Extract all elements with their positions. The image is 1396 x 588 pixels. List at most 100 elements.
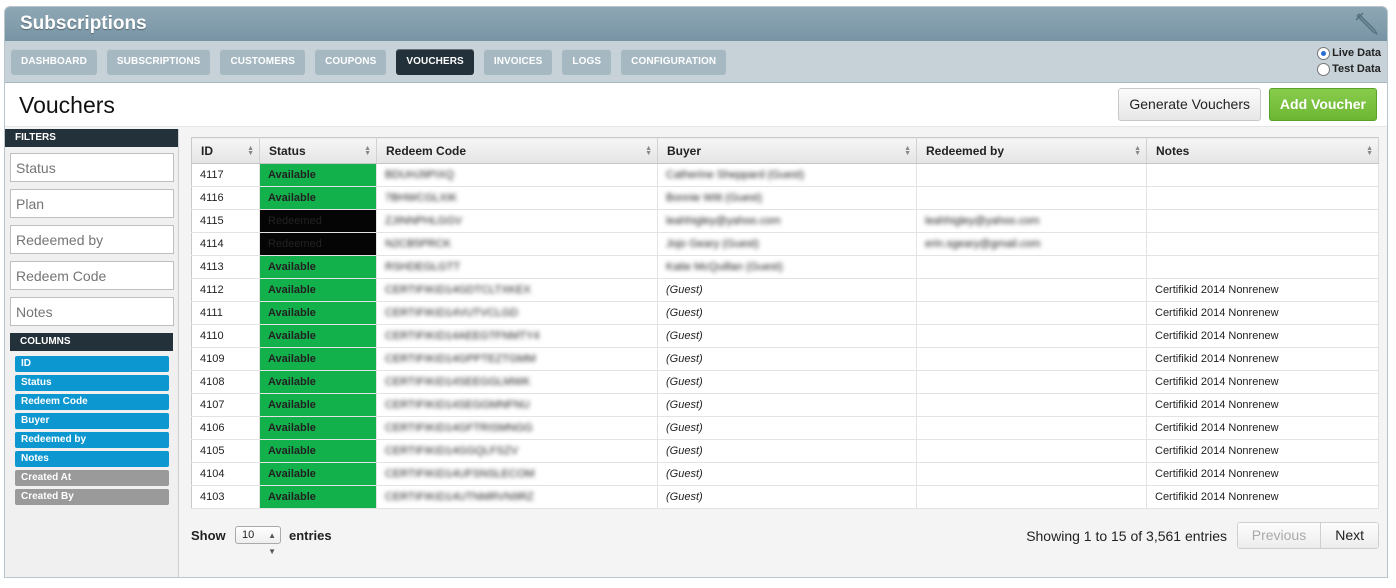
- voucher-id-cell[interactable]: 4113: [191, 255, 260, 279]
- sort-icon[interactable]: ▲ ▼: [1366, 145, 1373, 157]
- redeemed-by-cell: [916, 462, 1147, 486]
- status-cell: Available: [259, 485, 377, 509]
- column-header-id[interactable]: ID ▲ ▼: [191, 137, 260, 164]
- nav-tab-dashboard[interactable]: DASHBOARD: [11, 49, 97, 75]
- nav-tab-vouchers[interactable]: VOUCHERS: [396, 49, 474, 75]
- data-source-toggle: Live Data Test Data: [1317, 45, 1381, 77]
- voucher-id-cell[interactable]: 4107: [191, 393, 260, 417]
- status-cell: Available: [259, 324, 377, 348]
- voucher-id-cell[interactable]: 4110: [191, 324, 260, 348]
- table-row[interactable]: 4105 Available CERTIFIKID14GGQLFSZV (Guest)…: [191, 439, 1379, 463]
- column-header-status[interactable]: Status ▲ ▼: [259, 137, 377, 164]
- page-size-select[interactable]: 10 ▲ ▼: [235, 526, 281, 556]
- nav-tab-subscriptions[interactable]: SUBSCRIPTIONS: [106, 49, 211, 75]
- sort-icon[interactable]: ▲ ▼: [645, 145, 652, 157]
- page-title: Vouchers: [19, 92, 115, 118]
- column-toggle-id[interactable]: ID: [15, 356, 169, 372]
- voucher-id-cell[interactable]: 4114: [191, 232, 260, 256]
- voucher-id-cell[interactable]: 4106: [191, 416, 260, 440]
- voucher-id-cell[interactable]: 4111: [191, 301, 260, 325]
- table-row[interactable]: 4106 Available CERTIFIKID14GFTRISMNGG (Gues…: [191, 416, 1379, 440]
- column-header-label: Redeem Code: [386, 143, 467, 158]
- redeemed-by-filter-input[interactable]: [10, 225, 174, 254]
- column-toggle-redeemed-by[interactable]: Redeemed by: [15, 432, 169, 448]
- live-data-option[interactable]: Live Data: [1317, 45, 1381, 61]
- pen-icon: [1355, 12, 1379, 36]
- table-row[interactable]: 4111 Available CERTIFIKID14VUTVCLGD (Guest)…: [191, 301, 1379, 325]
- table-row[interactable]: 4114 Redeemed N2CB5PRCK Jojo Geary (Guest) e…: [191, 232, 1379, 256]
- notes-cell: Certifikid 2014 Nonrenew: [1146, 416, 1379, 440]
- column-header-redeem-code[interactable]: Redeem Code ▲ ▼: [376, 137, 658, 164]
- column-toggle-buyer[interactable]: Buyer: [15, 413, 169, 429]
- table-row[interactable]: 4108 Available CERTIFIKID14SEEGGLMWK (Guest…: [191, 370, 1379, 394]
- table-row[interactable]: 4109 Available CERTIFIKID14GPPTEZTGMM (Gues…: [191, 347, 1379, 371]
- voucher-id-cell[interactable]: 4104: [191, 462, 260, 486]
- nav-tab-configuration[interactable]: CONFIGURATION: [621, 49, 727, 75]
- nav-tab-customers[interactable]: CUSTOMERS: [220, 49, 306, 75]
- redeem-code-cell: CERTIFIKID14VUTVCLGD: [376, 301, 658, 325]
- table-row[interactable]: 4107 Available CERTIFIKID14SEGGMNFNU (Guest…: [191, 393, 1379, 417]
- notes-filter-input[interactable]: [10, 297, 174, 326]
- app-title: Subscriptions: [20, 13, 147, 34]
- redeem-code-cell: N2CB5PRCK: [376, 232, 658, 256]
- voucher-id-cell[interactable]: 4103: [191, 485, 260, 509]
- live-data-radio[interactable]: [1317, 46, 1331, 60]
- table-row[interactable]: 4112 Available CERTIFIKID14GDTCLTXKEX (Gues…: [191, 278, 1379, 302]
- voucher-id-cell[interactable]: 4116: [191, 186, 260, 210]
- column-toggle-created-at[interactable]: Created At: [15, 470, 169, 486]
- redeem-code-filter-input[interactable]: [10, 261, 174, 290]
- nav-tab-logs[interactable]: LOGS: [562, 49, 612, 75]
- column-header-label: Redeemed by: [926, 143, 1005, 158]
- voucher-id-cell[interactable]: 4115: [191, 209, 260, 233]
- table-row[interactable]: 4103 Available CERTIFIKID14UTNMRVN9RZ (Gues…: [191, 485, 1379, 509]
- table-row[interactable]: 4117 Available BDUHJ9PIXQ Catherine Sheppar…: [191, 163, 1379, 187]
- notes-cell: Certifikid 2014 Nonrenew: [1146, 324, 1379, 348]
- redeemed-by-cell: [916, 186, 1147, 210]
- previous-page-button[interactable]: Previous: [1237, 523, 1322, 548]
- plan-filter-input[interactable]: [10, 189, 174, 218]
- voucher-id-cell[interactable]: 4108: [191, 370, 260, 394]
- notes-cell: [1146, 255, 1379, 279]
- table-row[interactable]: 4116 Available 7BHWCGLXIK Bonnie Witt (Gues…: [191, 186, 1379, 210]
- column-header-label: Status: [269, 143, 306, 158]
- nav-tab-invoices[interactable]: INVOICES: [483, 49, 553, 75]
- generate-vouchers-button[interactable]: Generate Vouchers: [1118, 88, 1261, 121]
- showing-entries-text: Showing 1 to 15 of 3,561 entries: [1026, 528, 1227, 544]
- buyer-cell: (Guest): [657, 439, 917, 463]
- column-toggle-status[interactable]: Status: [15, 375, 169, 391]
- sort-icon[interactable]: ▲ ▼: [904, 145, 911, 157]
- redeem-code-cell: CERTIFIKID14AEEGTFNMTY4: [376, 324, 658, 348]
- status-cell: Available: [259, 255, 377, 279]
- column-toggle-notes[interactable]: Notes: [15, 451, 169, 467]
- voucher-id-cell[interactable]: 4109: [191, 347, 260, 371]
- column-toggle-created-by[interactable]: Created By: [15, 489, 169, 505]
- table-row[interactable]: 4115 Redeemed ZJINNPHLGGV leahhigley@yahoo.…: [191, 209, 1379, 233]
- column-header-redeemed-by[interactable]: Redeemed by ▲ ▼: [916, 137, 1147, 164]
- status-cell: Available: [259, 186, 377, 210]
- notes-cell: Certifikid 2014 Nonrenew: [1146, 301, 1379, 325]
- buyer-cell: (Guest): [657, 370, 917, 394]
- table-row[interactable]: 4110 Available CERTIFIKID14AEEGTFNMTY4 (Gue…: [191, 324, 1379, 348]
- table-row[interactable]: 4104 Available CERTIFIKID14UFSNSLECOM (Gues…: [191, 462, 1379, 486]
- voucher-id-cell[interactable]: 4112: [191, 278, 260, 302]
- voucher-id-cell[interactable]: 4117: [191, 163, 260, 187]
- column-toggle-redeem-code[interactable]: Redeem Code: [15, 394, 169, 410]
- app-window: Subscriptions DASHBOARD SUBSCRIPTIONS CUST…: [4, 6, 1388, 578]
- buyer-cell: (Guest): [657, 347, 917, 371]
- next-page-button[interactable]: Next: [1321, 523, 1378, 548]
- status-filter-input[interactable]: [10, 153, 174, 182]
- sort-icon[interactable]: ▲ ▼: [247, 145, 254, 157]
- test-data-radio[interactable]: [1317, 62, 1331, 76]
- buyer-cell: Jojo Geary (Guest): [657, 232, 917, 256]
- table-row[interactable]: 4113 Available RSHDEGLGTT Katie McQuillan (…: [191, 255, 1379, 279]
- column-header-buyer[interactable]: Buyer ▲ ▼: [657, 137, 917, 164]
- nav-tab-coupons[interactable]: COUPONS: [315, 49, 387, 75]
- add-voucher-button[interactable]: Add Voucher: [1268, 88, 1377, 121]
- voucher-id-cell[interactable]: 4105: [191, 439, 260, 463]
- sort-icon[interactable]: ▲ ▼: [364, 145, 371, 157]
- column-header-notes[interactable]: Notes ▲ ▼: [1146, 137, 1379, 164]
- redeemed-by-cell: [916, 347, 1147, 371]
- redeem-code-cell: CERTIFIKID14UFSNSLECOM: [376, 462, 658, 486]
- test-data-option[interactable]: Test Data: [1317, 61, 1381, 77]
- sort-icon[interactable]: ▲ ▼: [1134, 145, 1141, 157]
